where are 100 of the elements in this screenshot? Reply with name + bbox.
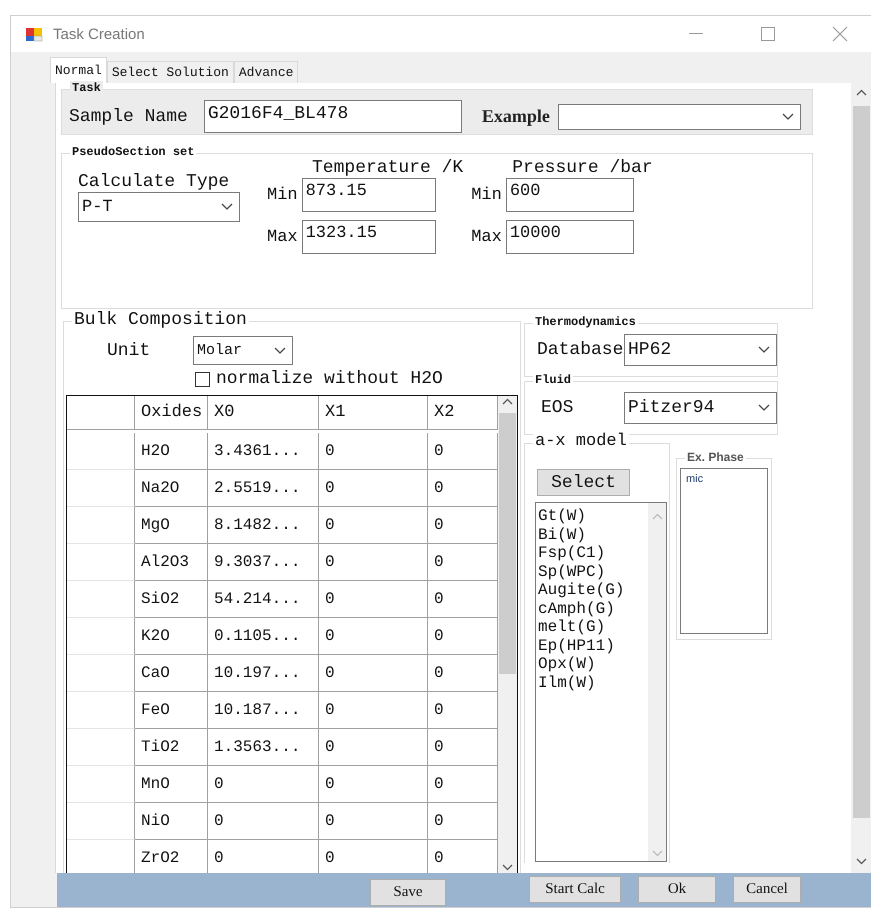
row-header[interactable]: [67, 803, 135, 840]
select-button[interactable]: Select: [537, 469, 630, 496]
row-header[interactable]: [67, 470, 135, 507]
minimize-icon[interactable]: [689, 33, 703, 35]
scroll-down-icon[interactable]: [502, 864, 513, 871]
table-cell: Na2O: [135, 470, 208, 507]
list-item[interactable]: cAmph(G): [538, 600, 648, 618]
input-field[interactable]: 1323.15: [302, 220, 436, 254]
list-item[interactable]: Augite(G): [538, 581, 648, 600]
table-cell: 3.4361...: [208, 433, 319, 470]
chevron-down-icon: [274, 346, 286, 354]
scrollbar[interactable]: [851, 83, 871, 873]
cancel-button[interactable]: Cancel: [733, 876, 801, 903]
min-label: Min: [471, 186, 502, 204]
row-header[interactable]: [67, 581, 135, 618]
table-cell: 0: [319, 655, 428, 692]
column-header: Temperature /K: [312, 158, 464, 178]
field-label: Example: [482, 106, 550, 127]
start-calc-button[interactable]: Start Calc: [529, 876, 621, 903]
app-icon: [25, 25, 43, 43]
table-cell: 0: [319, 470, 428, 507]
row-header[interactable]: [67, 729, 135, 766]
field-label: Unit: [107, 340, 152, 360]
table-cell: 0: [319, 581, 428, 618]
dropdown[interactable]: P-T: [78, 192, 240, 222]
row-header[interactable]: [67, 692, 135, 729]
row-header[interactable]: [67, 618, 135, 655]
row-header[interactable]: [67, 544, 135, 581]
min-label: Min: [267, 186, 298, 204]
row-header[interactable]: [67, 766, 135, 803]
list-item[interactable]: Ep(HP11): [538, 636, 648, 655]
maximize-icon[interactable]: [761, 27, 775, 41]
table-cell: 54.214...: [208, 581, 319, 618]
table-cell: TiO2: [135, 729, 208, 766]
table-cell: MgO: [135, 507, 208, 544]
tab[interactable]: Advance: [234, 61, 298, 83]
scrollbar[interactable]: [498, 396, 517, 873]
column-header: Oxides: [135, 396, 208, 430]
row-header[interactable]: [67, 507, 135, 544]
list-item[interactable]: Ilm(W): [538, 674, 648, 692]
table-cell: 0: [319, 692, 428, 729]
table-cell: 10.197...: [208, 655, 319, 692]
window-title: Task Creation: [53, 26, 146, 42]
table-cell: SiO2: [135, 581, 208, 618]
table-cell: K2O: [135, 618, 208, 655]
table-cell: 0: [319, 803, 428, 840]
list-item[interactable]: mic: [686, 473, 762, 485]
max-label: Max: [267, 228, 298, 246]
dropdown[interactable]: HP62: [624, 334, 777, 366]
dropdown[interactable]: Pitzer94: [624, 392, 777, 424]
close-icon[interactable]: [832, 26, 848, 42]
input-field[interactable]: G2016F4_BL478: [204, 100, 462, 133]
row-header: [67, 396, 135, 430]
field-label: Sample Name: [69, 106, 188, 126]
table-cell: 0: [319, 618, 428, 655]
list-item[interactable]: melt(G): [538, 618, 648, 636]
scroll-up-icon[interactable]: [856, 89, 866, 96]
table-cell: 9.3037...: [208, 544, 319, 581]
table-cell: 10.187...: [208, 692, 319, 729]
table-cell: FeO: [135, 692, 208, 729]
input-field[interactable]: 10000: [506, 220, 634, 254]
column-header: X1: [319, 396, 428, 430]
table-cell: 0: [319, 729, 428, 766]
tab[interactable]: Normal: [50, 57, 107, 83]
dropdown[interactable]: Molar: [193, 336, 293, 365]
field-label: Database: [537, 340, 624, 360]
row-header[interactable]: [67, 655, 135, 692]
table-cell: 0: [319, 544, 428, 581]
table-cell: 8.1482...: [208, 507, 319, 544]
table-cell: NiO: [135, 803, 208, 840]
table-cell: 0: [208, 803, 319, 840]
input-field[interactable]: 873.15: [302, 178, 436, 212]
list-item[interactable]: Opx(W): [538, 655, 648, 674]
field-label: Calculate Type: [78, 172, 230, 192]
list-item[interactable]: Sp(WPC): [538, 562, 648, 581]
chevron-down-icon: [221, 203, 233, 211]
table-cell: MnO: [135, 766, 208, 803]
tab[interactable]: Select Solution: [106, 61, 234, 83]
table-cell: 0: [319, 507, 428, 544]
dropdown[interactable]: [558, 104, 801, 130]
ok-button[interactable]: Ok: [638, 876, 716, 903]
column-header: Pressure /bar: [512, 158, 653, 178]
checkbox[interactable]: [195, 372, 210, 386]
list-item[interactable]: Fsp(C1): [538, 544, 648, 562]
table-cell: 0: [319, 766, 428, 803]
max-label: Max: [471, 228, 502, 246]
input-field[interactable]: 600: [506, 178, 634, 212]
scroll-down-icon[interactable]: [856, 858, 866, 865]
table-cell: CaO: [135, 655, 208, 692]
table-cell: Al2O3: [135, 544, 208, 581]
scroll-up-icon[interactable]: [502, 398, 513, 405]
table-cell: 0: [319, 433, 428, 470]
group-title: Ex. Phase: [685, 450, 746, 464]
row-header[interactable]: [67, 433, 135, 470]
table-cell: 2.5519...: [208, 470, 319, 507]
list-item[interactable]: Bi(W): [538, 526, 648, 544]
chevron-down-icon: [758, 404, 770, 412]
list-item[interactable]: Gt(W): [538, 507, 648, 526]
save-button[interactable]: Save: [370, 879, 446, 906]
checkbox-label: normalize without H2O: [216, 369, 443, 389]
